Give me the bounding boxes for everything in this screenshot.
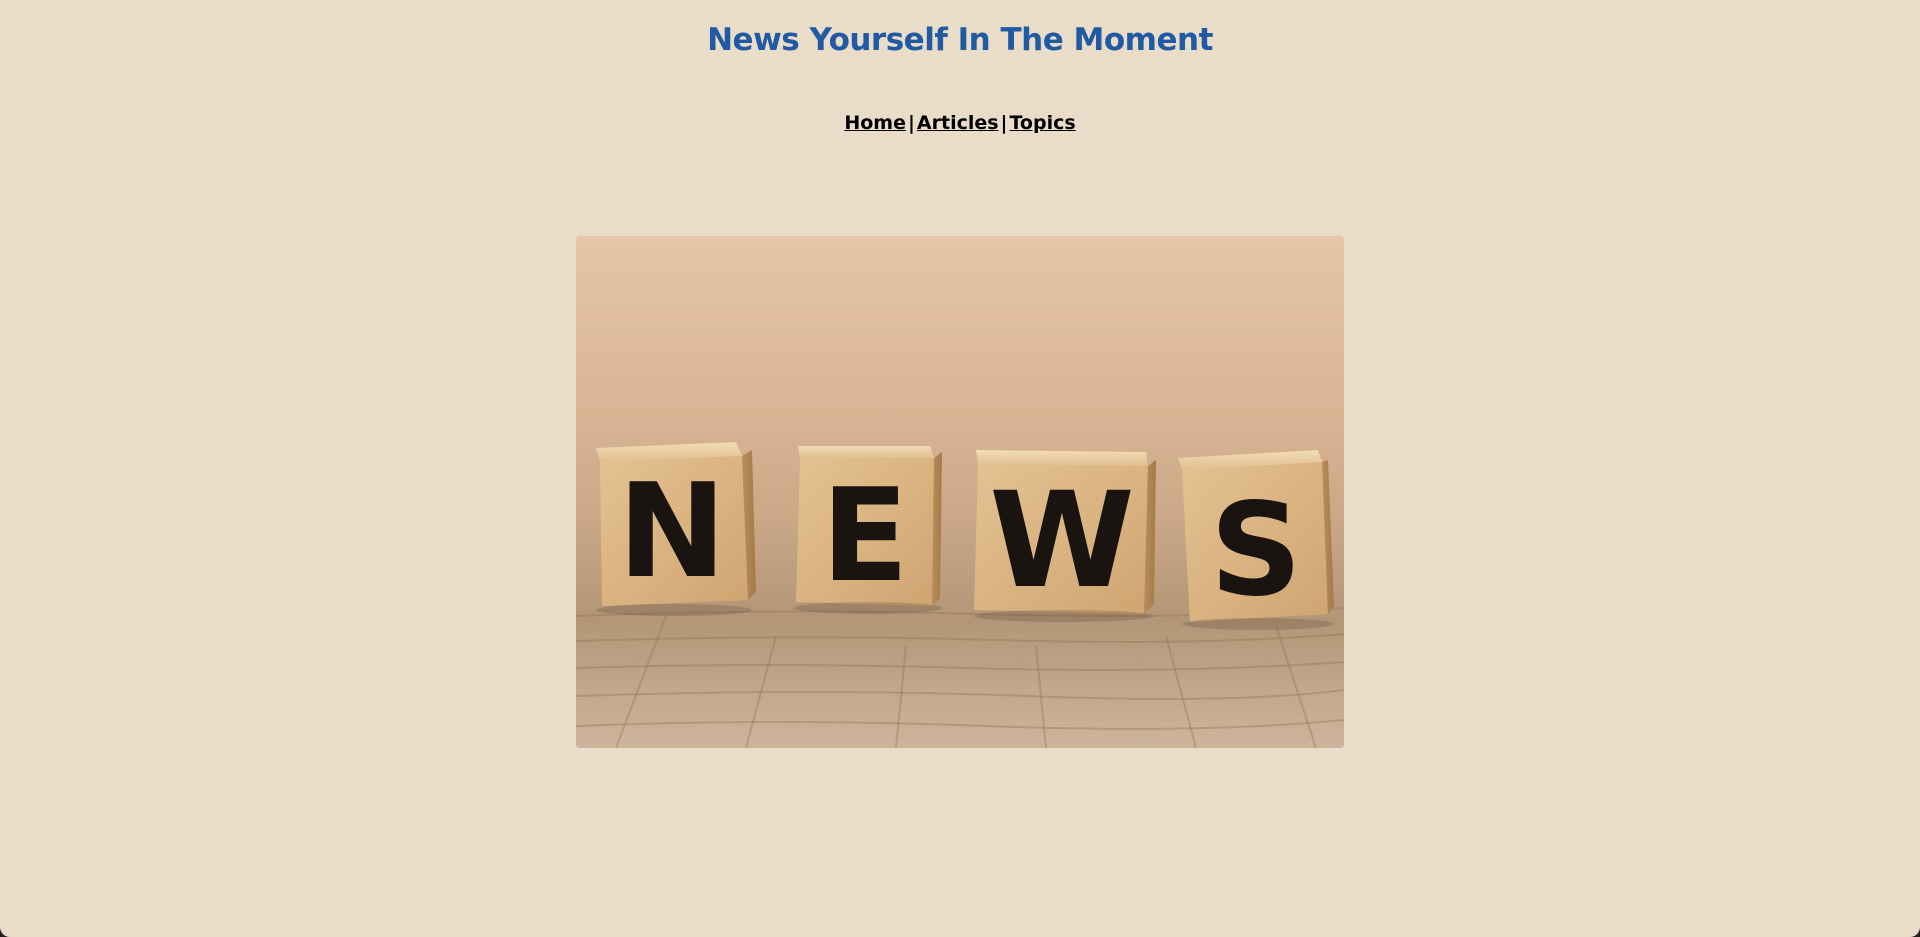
block-letter: S [1210,476,1302,625]
nav-separator: | [1000,112,1008,134]
hero-image: N E W S [576,236,1344,748]
main-nav: Home | Articles | Topics [0,112,1920,134]
nav-link-articles[interactable]: Articles [917,112,999,134]
block-letter: E [821,462,908,611]
news-blocks-photo: N E W S [576,236,1344,748]
page: News Yourself In The Moment Home | Article… [0,0,1920,937]
nav-link-home[interactable]: Home [844,112,906,134]
block-letter: W [989,464,1135,618]
block-n: N [596,442,756,607]
site-title: News Yourself In The Moment [707,22,1213,58]
nav-separator: | [907,112,915,134]
block-letter: N [618,455,727,607]
nav-link-topics[interactable]: Topics [1010,112,1076,134]
block-e: E [796,446,942,611]
block-w: W [974,450,1156,618]
block-s: S [1178,450,1334,625]
